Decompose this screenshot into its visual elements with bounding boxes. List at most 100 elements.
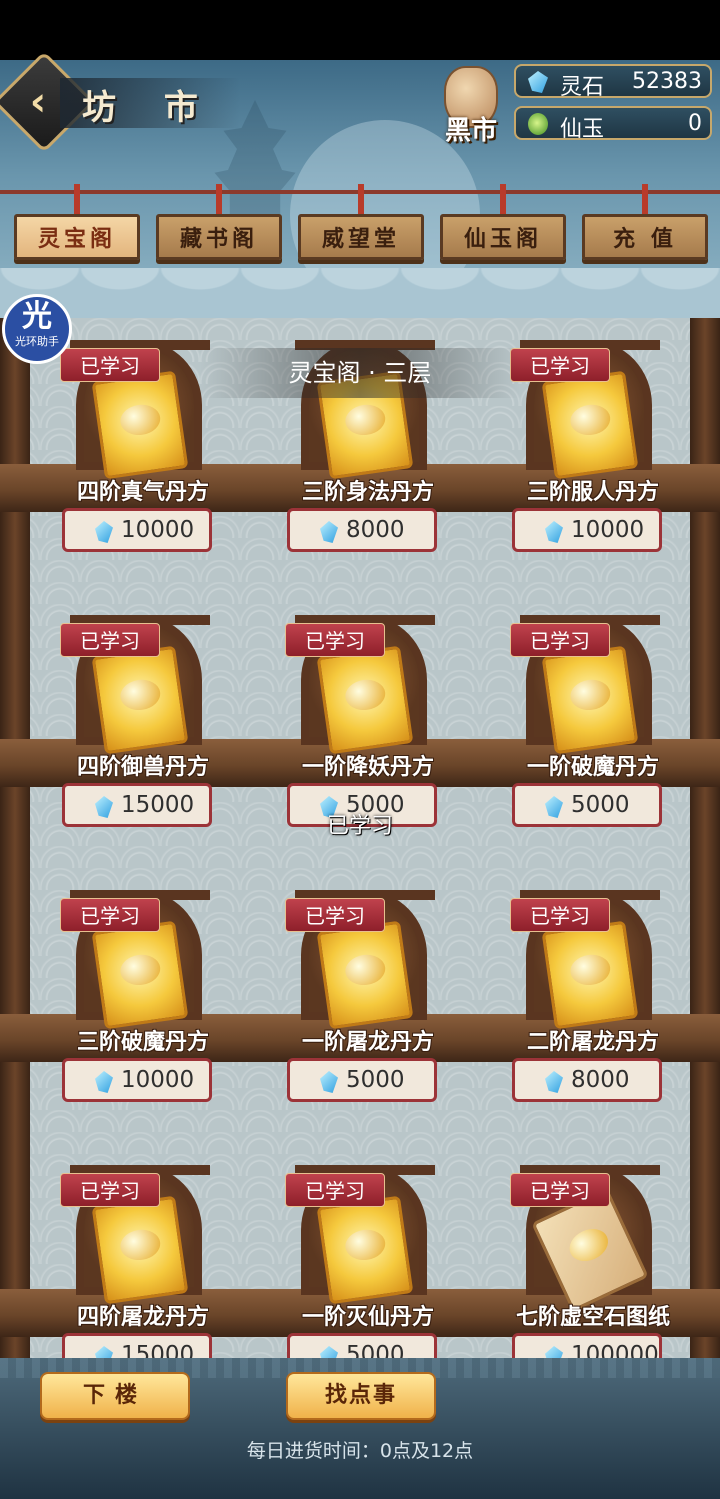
tab-2[interactable]: 藏书阁	[156, 214, 282, 260]
item-name: 三阶破魔丹方	[76, 1030, 209, 1055]
learned-badge: 已学习	[60, 348, 160, 382]
spirit-stone-icon	[95, 521, 113, 543]
spirit-stone-icon	[95, 796, 113, 818]
item-name: 四阶真气丹方	[76, 480, 209, 505]
pill-icon	[564, 1222, 614, 1268]
shop-item[interactable]: 已学习一阶破魔丹方 5000	[510, 615, 668, 827]
pill-icon	[343, 952, 388, 988]
shop-item[interactable]: 已学习三阶服人丹方 10000	[510, 340, 668, 552]
pill-recipe-scroll-icon	[91, 645, 189, 755]
item-name: 一阶降妖丹方	[301, 755, 434, 780]
item-price: 8000	[571, 1067, 630, 1093]
spirit-stone-icon	[95, 1071, 113, 1093]
pill-icon	[118, 1227, 163, 1263]
pill-recipe-scroll-icon	[91, 1195, 189, 1305]
learned-badge: 已学习	[285, 898, 385, 932]
price-button[interactable]: 10000	[62, 508, 212, 552]
tab-4[interactable]: 仙玉阁	[440, 214, 566, 260]
item-price: 15000	[121, 792, 195, 818]
immortal-jade-icon	[528, 113, 548, 135]
spirit-stone-counter: 灵石 52383	[514, 64, 712, 100]
learned-badge: 已学习	[510, 623, 610, 657]
currency-value: 52383	[632, 69, 702, 94]
downstairs-button[interactable]: 下楼	[40, 1372, 190, 1420]
black-market-label: 黑市	[444, 116, 497, 146]
status-bar	[0, 0, 720, 60]
restock-time-text: 每日进货时间：0点及12点	[246, 1440, 474, 1462]
shop-item[interactable]: 已学习一阶屠龙丹方 5000	[285, 890, 443, 1102]
learned-badge: 已学习	[510, 1173, 610, 1207]
tab-1[interactable]: 灵宝阁	[14, 214, 140, 260]
find-task-button[interactable]: 找点事	[286, 1372, 436, 1420]
tab-hook	[216, 184, 222, 218]
pill-recipe-scroll-icon	[541, 370, 639, 480]
learned-toast: 已学习	[326, 814, 393, 839]
item-name: 一阶灭仙丹方	[301, 1305, 434, 1330]
page-title: 坊 市	[82, 88, 216, 128]
item-price: 10000	[571, 517, 645, 543]
pill-recipe-scroll-icon	[316, 1195, 414, 1305]
pill-recipe-scroll-icon	[541, 920, 639, 1030]
currency-name: 灵石	[560, 75, 605, 100]
price-button[interactable]: 5000	[512, 783, 662, 827]
item-price: 5000	[346, 1067, 405, 1093]
pill-recipe-scroll-icon	[316, 645, 414, 755]
helper-assistant-button[interactable]: 光 光环助手	[2, 294, 72, 364]
item-name: 三阶服人丹方	[526, 480, 659, 505]
shop-item[interactable]: 已学习 七阶虚空石图纸 100000	[510, 1165, 670, 1377]
pill-recipe-scroll-icon	[91, 370, 189, 480]
item-price: 10000	[121, 517, 195, 543]
pill-icon	[568, 677, 613, 713]
pill-icon	[568, 402, 613, 438]
pill-icon	[343, 402, 388, 438]
item-name: 三阶身法丹方	[301, 480, 434, 505]
learned-badge: 已学习	[60, 623, 160, 657]
currency-value: 0	[688, 111, 702, 136]
tab-hook	[500, 184, 506, 218]
shop-item[interactable]: 已学习四阶真气丹方 10000	[60, 340, 218, 552]
learned-badge: 已学习	[60, 898, 160, 932]
pill-icon	[118, 677, 163, 713]
pill-icon	[118, 402, 163, 438]
tab-3[interactable]: 威望堂	[298, 214, 424, 260]
shop-item[interactable]: 已学习 一阶灭仙丹方 5000	[285, 1165, 443, 1377]
learned-badge: 已学习	[285, 623, 385, 657]
spirit-stone-icon	[545, 521, 563, 543]
price-button[interactable]: 5000	[287, 1058, 437, 1102]
tab-hook	[74, 184, 80, 218]
item-name: 四阶御兽丹方	[76, 755, 209, 780]
shop-item[interactable]: 已学习二阶屠龙丹方 8000	[510, 890, 668, 1102]
footer: 下楼 找点事 每日进货时间：0点及12点	[0, 1358, 720, 1499]
spirit-stone-icon	[545, 1071, 563, 1093]
price-button[interactable]: 10000	[512, 508, 662, 552]
spirit-stone-icon	[320, 1071, 338, 1093]
item-price: 5000	[571, 792, 630, 818]
pill-recipe-scroll-icon	[91, 920, 189, 1030]
pill-recipe-scroll-icon	[541, 645, 639, 755]
learned-badge: 已学习	[60, 1173, 160, 1207]
item-name: 七阶虚空石图纸	[515, 1305, 670, 1330]
shop-item[interactable]: 已学习四阶御兽丹方 15000	[60, 615, 218, 827]
price-button[interactable]: 10000	[62, 1058, 212, 1102]
spirit-stone-icon	[528, 71, 548, 93]
item-name: 一阶破魔丹方	[526, 755, 659, 780]
price-button[interactable]: 8000	[287, 508, 437, 552]
pill-icon	[343, 1227, 388, 1263]
pill-icon	[343, 677, 388, 713]
black-market-button[interactable]: 黑市	[436, 66, 506, 154]
curtain-decoration	[0, 268, 720, 318]
shop-item[interactable]: 已学习三阶破魔丹方 10000	[60, 890, 218, 1102]
item-name: 二阶屠龙丹方	[526, 1030, 659, 1055]
learned-badge: 已学习	[510, 898, 610, 932]
tab-5[interactable]: 充 值	[582, 214, 708, 260]
immortal-jade-counter: 仙玉 0	[514, 106, 712, 142]
price-button[interactable]: 15000	[62, 783, 212, 827]
learned-badge: 已学习	[510, 348, 610, 382]
shop-item[interactable]: 已学习 四阶屠龙丹方 15000	[60, 1165, 218, 1377]
price-button[interactable]: 8000	[512, 1058, 662, 1102]
tab-hook	[358, 184, 364, 218]
item-name: 一阶屠龙丹方	[301, 1030, 434, 1055]
pill-icon	[118, 952, 163, 988]
shop-item[interactable]: 已学习 一阶降妖丹方 5000	[285, 615, 443, 827]
pill-icon	[568, 952, 613, 988]
